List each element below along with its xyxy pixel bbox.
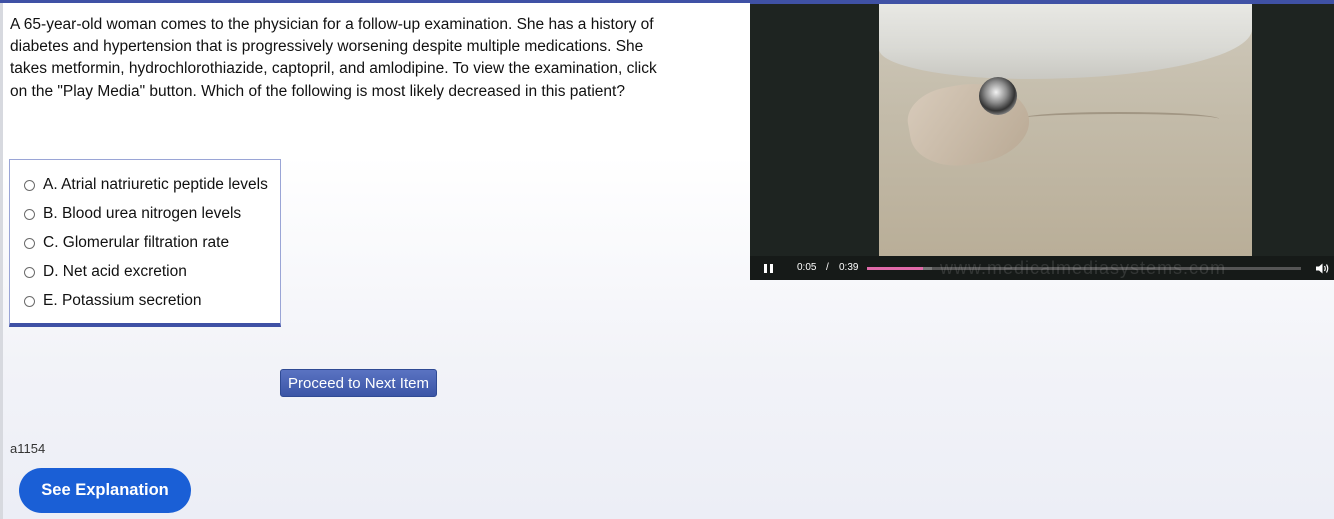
media-player[interactable]: 0:05 / 0:39 www.medicalmediasystems.com <box>750 4 1334 280</box>
left-border <box>0 0 3 519</box>
time-separator: / <box>826 262 829 273</box>
question-stem: A 65-year-old woman comes to the physici… <box>10 16 657 100</box>
radio-icon[interactable] <box>24 179 35 191</box>
answer-choice-a[interactable]: A. Atrial natriuretic peptide levels <box>24 174 268 196</box>
pause-icon[interactable] <box>764 264 774 273</box>
see-explanation-button[interactable]: See Explanation <box>19 468 191 513</box>
stethoscope-icon <box>979 77 1017 115</box>
answer-label: C. Glomerular filtration rate <box>43 234 230 251</box>
radio-icon[interactable] <box>24 266 35 278</box>
question-id: a1154 <box>10 441 46 456</box>
answer-choice-d[interactable]: D. Net acid excretion <box>24 261 187 283</box>
answer-choice-e[interactable]: E. Potassium secretion <box>24 290 202 312</box>
answer-choice-b[interactable]: B. Blood urea nitrogen levels <box>24 203 241 225</box>
duration: 0:39 <box>839 262 859 273</box>
current-time: 0:05 <box>797 262 817 273</box>
answer-choices: A. Atrial natriuretic peptide levels B. … <box>9 159 281 327</box>
video-watermark: www.medicalmediasystems.com <box>940 258 1227 278</box>
video-frame[interactable] <box>879 4 1252 256</box>
proceed-next-item-button[interactable]: Proceed to Next Item <box>280 369 437 397</box>
video-skin-fold <box>1019 112 1219 126</box>
radio-icon[interactable] <box>24 208 35 220</box>
progress-fill <box>867 267 923 270</box>
volume-icon[interactable] <box>1316 263 1330 274</box>
radio-icon[interactable] <box>24 295 35 307</box>
answer-label: B. Blood urea nitrogen levels <box>43 205 242 222</box>
answer-choice-c[interactable]: C. Glomerular filtration rate <box>24 232 229 254</box>
answer-label: D. Net acid excretion <box>43 263 187 280</box>
media-controls: 0:05 / 0:39 www.medicalmediasystems.com <box>750 256 1334 280</box>
video-towel <box>879 4 1252 79</box>
radio-icon[interactable] <box>24 237 35 249</box>
answer-label: E. Potassium secretion <box>43 292 202 309</box>
answer-label: A. Atrial natriuretic peptide levels <box>43 176 268 193</box>
header-accent-bar <box>0 0 750 3</box>
